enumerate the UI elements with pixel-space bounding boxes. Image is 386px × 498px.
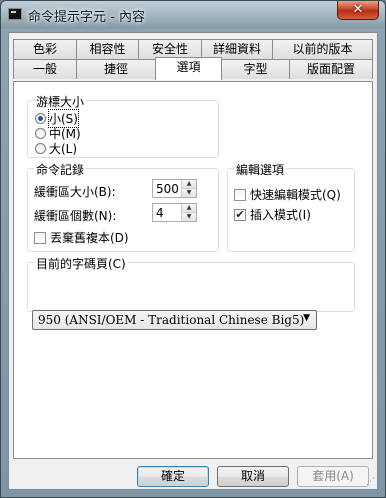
cursor-large-option[interactable]: 大(L) — [35, 141, 77, 156]
buffer-size-label: 緩衝區大小(B): — [34, 185, 116, 199]
console-app-icon[interactable] — [8, 8, 22, 20]
quick-edit-option[interactable]: 快速編輯模式(Q) — [234, 187, 341, 202]
ok-button[interactable]: 確定 — [137, 466, 209, 487]
tab-shortcut[interactable]: 捷徑 — [76, 59, 156, 79]
cancel-button[interactable]: 取消 — [217, 466, 289, 487]
buffer-size-arrows[interactable]: ▲ ▼ — [181, 180, 196, 197]
tab-options[interactable]: 選項 — [155, 57, 222, 80]
spin-up-icon[interactable]: ▲ — [182, 180, 196, 189]
cursor-large-label: 大(L) — [49, 142, 78, 156]
close-button[interactable]: ✕ — [337, 1, 379, 20]
title-bar[interactable]: 命令提示字元 - 內容 ✕ — [1, 1, 385, 29]
insert-mode-label: 插入模式(I) — [250, 208, 311, 222]
edit-options-group: 編輯選項 快速編輯模式(Q) ✔ 插入模式(I) — [227, 161, 355, 252]
dropdown-arrow-icon[interactable]: ▼ — [303, 313, 310, 323]
tab-colors[interactable]: 色彩 — [13, 39, 77, 59]
spin-down-icon[interactable]: ▼ — [182, 213, 196, 221]
tab-row-1: 色彩 相容性 安全性 詳細資料 以前的版本 — [13, 39, 373, 59]
tab-general[interactable]: 一般 — [13, 59, 77, 79]
options-tab-panel: 游標大小 小(S) 中(M) 大(L) 命令記錄 緩衝區大小(B): 500 ▲… — [13, 81, 373, 459]
discard-duplicates-label: 丟棄舊複本(D) — [50, 231, 129, 245]
tab-layout[interactable]: 版面配置 — [289, 59, 373, 79]
dialog-client-area: 色彩 相容性 安全性 詳細資料 以前的版本 一般 捷徑 選項 字型 版面配置 游… — [8, 32, 378, 490]
cursor-large-radio[interactable] — [35, 143, 46, 154]
tab-security[interactable]: 安全性 — [138, 39, 202, 59]
tab-details[interactable]: 詳細資料 — [201, 39, 273, 59]
insert-mode-checkbox[interactable]: ✔ — [234, 207, 246, 221]
code-page-group: 目前的字碼頁(C) — [27, 255, 355, 312]
code-page-title: 目前的字碼頁(C) — [34, 255, 128, 272]
checkmark-icon: ✔ — [235, 207, 245, 221]
edit-options-title: 編輯選項 — [234, 161, 287, 178]
buffer-size-spinner[interactable]: 500 ▲ ▼ — [152, 179, 197, 198]
spin-down-icon[interactable]: ▼ — [182, 189, 196, 197]
tab-compatibility[interactable]: 相容性 — [76, 39, 139, 59]
buffer-count-value[interactable]: 4 — [156, 206, 164, 220]
insert-mode-option[interactable]: ✔ 插入模式(I) — [234, 207, 311, 222]
tab-row-2: 一般 捷徑 選項 字型 版面配置 — [13, 57, 373, 80]
cursor-small-option[interactable]: 小(S) — [35, 109, 79, 128]
tab-font[interactable]: 字型 — [221, 59, 290, 79]
cursor-size-title: 游標大小 — [34, 93, 87, 110]
buffer-size-value[interactable]: 500 — [156, 182, 179, 196]
window-title: 命令提示字元 - 內容 — [28, 10, 145, 25]
quick-edit-label: 快速編輯模式(Q) — [250, 188, 341, 202]
cursor-medium-radio[interactable] — [35, 128, 46, 139]
discard-duplicates-checkbox[interactable] — [34, 231, 46, 244]
cursor-size-group: 游標大小 小(S) 中(M) 大(L) — [27, 93, 219, 158]
buffer-count-label: 緩衝區個數(N): — [34, 209, 117, 223]
apply-button[interactable]: 套用(A) — [297, 466, 369, 487]
buffer-count-spinner[interactable]: 4 ▲ ▼ — [152, 203, 197, 222]
command-history-title: 命令記錄 — [34, 161, 87, 178]
resize-grip-icon[interactable]: ⋰ — [366, 477, 375, 487]
spin-up-icon[interactable]: ▲ — [182, 204, 196, 213]
discard-duplicates-option[interactable]: 丟棄舊複本(D) — [34, 230, 129, 245]
cursor-medium-option[interactable]: 中(M) — [35, 126, 81, 141]
properties-window: 命令提示字元 - 內容 ✕ 色彩 相容性 安全性 詳細資料 以前的版本 一般 捷… — [0, 0, 386, 498]
buffer-count-arrows[interactable]: ▲ ▼ — [181, 204, 196, 221]
tab-previous-versions[interactable]: 以前的版本 — [272, 39, 373, 59]
code-page-selected: 950 (ANSI/OEM - Traditional Chinese Big5… — [38, 313, 305, 327]
quick-edit-checkbox[interactable] — [234, 188, 246, 201]
command-history-group: 命令記錄 緩衝區大小(B): 500 ▲ ▼ 緩衝區個數(N): 4 ▲ ▼ 丟… — [27, 161, 219, 252]
cursor-small-radio[interactable] — [35, 113, 46, 124]
code-page-dropdown[interactable]: 950 (ANSI/OEM - Traditional Chinese Big5… — [32, 310, 317, 330]
